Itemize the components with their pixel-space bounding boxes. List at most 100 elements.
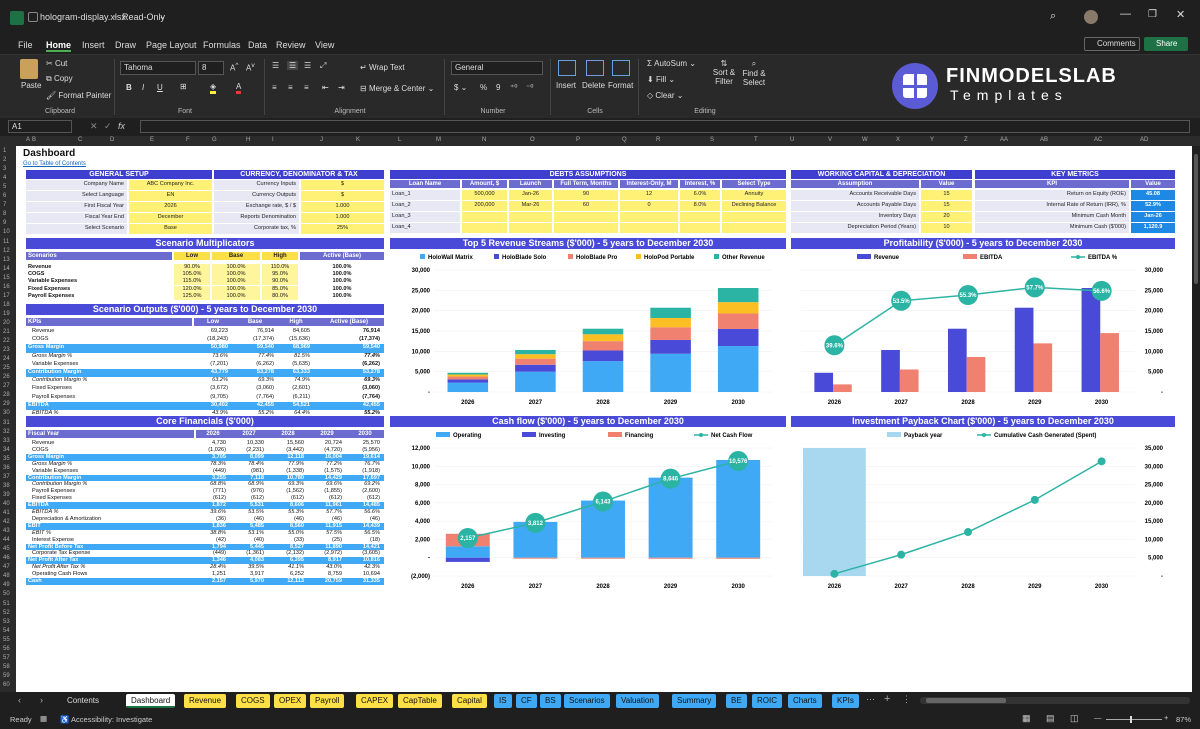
formula-input[interactable] [140,120,1190,133]
row-header[interactable]: 2 [3,157,6,163]
tab-cf[interactable]: CF [516,694,537,708]
loan-input[interactable]: 500,000 [462,190,507,200]
row-header[interactable]: 58 [3,664,10,670]
tab-dashboard[interactable]: Dashboard [126,694,176,708]
merge-center-button[interactable]: ⊟ Merge & Center ⌄ [360,84,434,93]
column-header[interactable]: I [272,137,274,143]
tab-valuation[interactable]: Valuation [616,694,659,708]
column-header[interactable]: R [656,137,660,143]
menu-review[interactable]: Review [276,40,306,50]
horizontal-scrollbar[interactable] [920,697,1190,704]
add-sheet-icon[interactable]: + [884,693,890,705]
cut-button[interactable]: ✂ Cut [46,59,67,68]
tab-cogs[interactable]: COGS [236,694,270,708]
find-select-button[interactable]: ⌕ Find & Select [740,59,768,87]
chevron-down-icon[interactable]: ⌄ [159,12,166,21]
currency-format-icon[interactable]: $ ⌄ [454,83,467,92]
row-header[interactable]: 43 [3,528,10,534]
zoom-level[interactable]: 87% [1176,715,1191,724]
format-cells-icon[interactable] [612,60,630,76]
toc-link[interactable]: Go to Table of Contents [23,161,86,167]
multiplier-value[interactable]: 120.0% [174,285,210,293]
row-header[interactable]: 3 [3,166,6,172]
row-header[interactable]: 22 [3,338,10,344]
loan-input[interactable]: Declining Balance [722,201,786,211]
multiplier-value[interactable]: 90.0% [262,278,298,286]
loan-input[interactable] [554,223,618,233]
more-sheets-icon[interactable]: ⋯ [866,694,875,705]
vertical-scrollbar[interactable] [1192,146,1200,692]
column-header[interactable]: U [790,137,794,143]
row-header[interactable]: 8 [3,211,6,217]
loan-input[interactable] [722,223,786,233]
underline-button[interactable]: U [157,83,163,92]
row-header[interactable]: 48 [3,573,10,579]
column-header[interactable]: A [26,137,30,143]
row-header[interactable]: 42 [3,519,10,525]
accessibility-status[interactable]: ♿ Accessibility: Investigate [60,715,152,724]
tab-opex[interactable]: OPEX [274,694,307,708]
row-header[interactable]: 20 [3,320,10,326]
multiplier-value[interactable]: 100.0% [212,271,260,279]
multiplier-value[interactable]: 90.0% [174,264,210,271]
tab-kpis[interactable]: KPIs [832,694,859,708]
column-header[interactable]: F [186,137,190,143]
fx-icon[interactable]: fx [118,121,125,131]
menu-file[interactable]: File [18,40,33,50]
tab-charts[interactable]: Charts [788,694,822,708]
row-header[interactable]: 1 [3,148,6,154]
column-header[interactable]: S [710,137,714,143]
tab-scenarios[interactable]: Scenarios [564,694,610,708]
row-header[interactable]: 44 [3,537,10,543]
column-header[interactable]: AA [1000,137,1008,143]
general-input[interactable]: EN [129,191,212,201]
column-header[interactable]: AD [1140,137,1148,143]
sheet-options-icon[interactable]: ⋮ [902,694,911,705]
multiplier-value[interactable]: 105.0% [174,271,210,279]
currency-input[interactable]: 1.000 [301,213,384,223]
multiplier-value[interactable]: 115.0% [174,278,210,286]
column-header[interactable]: V [828,137,832,143]
sort-filter-button[interactable]: ⇅ Sort & Filter [710,59,738,86]
loan-input[interactable] [462,212,507,222]
row-header[interactable]: 53 [3,619,10,625]
loan-input[interactable]: 12 [620,190,678,200]
tab-payroll[interactable]: Payroll [310,694,345,708]
name-box[interactable]: A1 [8,120,72,133]
column-header[interactable]: J [320,137,323,143]
loan-input[interactable] [620,212,678,222]
row-header[interactable]: 17 [3,293,10,299]
delete-cells-button[interactable]: Delete [582,81,605,90]
multiplier-value[interactable]: 100.0% [212,278,260,286]
loan-input[interactable] [680,212,720,222]
tab-revenue[interactable]: Revenue [184,694,227,708]
general-input[interactable]: ABC Company Inc. [129,180,212,190]
delete-cells-icon[interactable] [586,60,604,76]
close-icon[interactable]: ✕ [1176,8,1185,21]
row-header[interactable]: 46 [3,555,10,561]
bold-button[interactable]: B [126,83,132,92]
font-name-select[interactable]: Tahoma [120,61,196,75]
column-header[interactable]: B [32,137,36,143]
row-header[interactable]: 18 [3,302,10,308]
row-header[interactable]: 35 [3,456,10,462]
row-header[interactable]: 38 [3,483,10,489]
multiplier-value[interactable]: 100.0% [212,285,260,293]
multiplier-value[interactable]: 100.0% [212,264,260,271]
row-header[interactable]: 27 [3,383,10,389]
fill-color-icon[interactable]: ◈ [210,82,217,94]
row-header[interactable]: 59 [3,673,10,679]
tab-bs[interactable]: BS [540,694,561,708]
row-header[interactable]: 49 [3,582,10,588]
tab-captable[interactable]: CapTable [398,694,442,708]
increase-indent-icon[interactable]: ⇥ [338,83,345,92]
wc-value[interactable]: 15 [921,190,972,200]
next-sheet-icon[interactable]: › [40,695,43,705]
column-header[interactable]: M [436,137,441,143]
align-right-icon[interactable]: ≡ [304,83,309,92]
row-header[interactable]: 40 [3,501,10,507]
column-header[interactable]: O [530,137,535,143]
column-header[interactable]: W [862,137,868,143]
row-header[interactable]: 51 [3,601,10,607]
loan-input[interactable] [509,212,552,222]
